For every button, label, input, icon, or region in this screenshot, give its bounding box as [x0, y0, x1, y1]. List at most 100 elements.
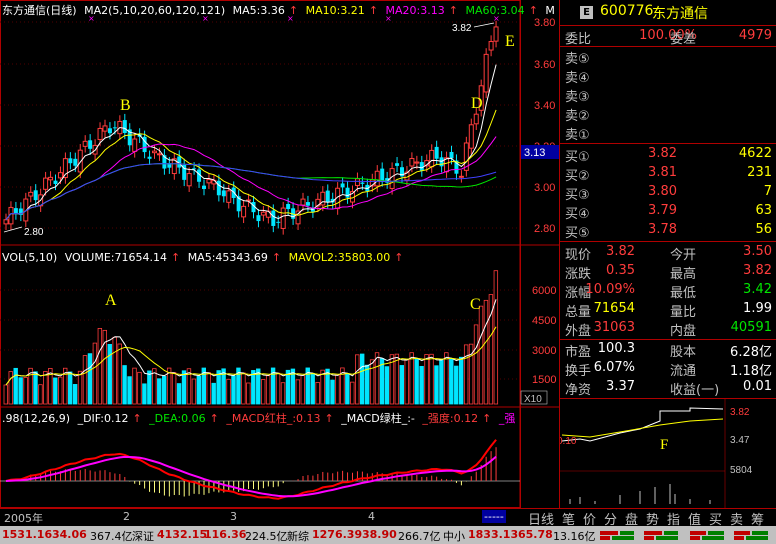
quote-value: 3.42: [743, 282, 772, 297]
annotation-c: C: [470, 296, 481, 313]
volume-bar: [260, 379, 266, 405]
volume-bar: [350, 381, 355, 405]
macd-strength: _强度:0.12: [422, 412, 479, 425]
volume-bar: [275, 372, 281, 405]
xz-index[interactable]: 1276.39: [312, 528, 362, 541]
market-breadth-indicator: [600, 529, 770, 544]
exchange-badge[interactable]: E: [580, 6, 593, 19]
ma-line: [5, 136, 497, 221]
bid-label: 买④: [565, 207, 590, 222]
quote-row: 现价 3.82 今开 3.50: [560, 243, 776, 263]
quote-value: 3.82: [606, 244, 635, 259]
candle-body: [107, 128, 112, 134]
sz-change: 116.36: [204, 528, 247, 541]
volume-bars: [3, 270, 499, 405]
volume-tick: 6000: [532, 285, 556, 297]
candle-body: [395, 163, 400, 166]
macd-strong: _强: [498, 412, 516, 425]
volume-bar: [335, 374, 340, 405]
ask-row[interactable]: 卖①: [560, 123, 776, 143]
sz-index[interactable]: 4132.15: [157, 528, 207, 541]
candle-body: [156, 153, 162, 156]
candle-body: [73, 158, 78, 166]
candle-body: [112, 127, 117, 129]
market-status-bar: 1531.16 34.06 367.4亿 深证 4132.15 116.36 2…: [0, 526, 776, 544]
weibi-label: 委比: [565, 32, 592, 47]
volume-bar: [142, 383, 147, 405]
candle-body: [256, 215, 261, 222]
quote-row: 换手 6.07% 流通 1.18亿: [560, 359, 776, 379]
volume-bar: [241, 372, 246, 405]
panel-tabs: 日线 笔 价 分 盘 势 指 值 买 卖 筹: [522, 508, 776, 528]
bid-row[interactable]: 买① 3.82 4622: [560, 145, 776, 165]
bid-row[interactable]: 买③ 3.80 7: [560, 183, 776, 203]
ask-label: 卖④: [565, 71, 590, 86]
ask-row[interactable]: 卖⑤: [560, 47, 776, 67]
candle-body: [286, 203, 291, 210]
quote-label: 净资: [565, 383, 592, 398]
intraday-mini-chart[interactable]: 0.10 3.82 3.47 5804 F: [560, 399, 776, 508]
volume-bar: [13, 367, 18, 405]
zx-label: 中小: [443, 530, 465, 543]
annotation-a: A: [105, 292, 117, 309]
volume-bar: [439, 358, 444, 405]
ask-row[interactable]: 卖②: [560, 104, 776, 124]
time-month: 3: [230, 510, 237, 523]
quote-value: 3.50: [743, 244, 772, 259]
volume-bar: [458, 356, 464, 405]
quote-label: 最高: [670, 267, 697, 282]
volume-bar: [87, 353, 93, 405]
ask-label: 卖①: [565, 128, 590, 143]
price-axis: 3.80 3.60 3.40 3.20 3.00 2.80: [534, 17, 555, 235]
volume-bar: [454, 365, 459, 405]
volume-bar: [23, 377, 28, 405]
bid-row[interactable]: 买④ 3.79 63: [560, 202, 776, 222]
ask-label: 卖③: [565, 90, 590, 105]
divider: [560, 241, 776, 242]
volume-bar: [424, 354, 429, 405]
candle-body: [260, 211, 266, 216]
volume-bar: [38, 384, 43, 405]
quote-value: 6.28亿: [730, 345, 772, 360]
quote-row: 涨跌 0.35 最高 3.82: [560, 262, 776, 282]
candle-body: [409, 158, 415, 167]
candle-body: [473, 113, 479, 125]
candle-body: [345, 187, 350, 198]
zx-change: 65.78: [518, 528, 553, 541]
bid-row[interactable]: 买② 3.81 231: [560, 164, 776, 184]
volume-bar: [374, 352, 380, 405]
candle-body: [276, 221, 281, 223]
volume-bar: [82, 355, 88, 405]
volume-bar: [132, 367, 137, 405]
mini-volume-label: 5804: [730, 465, 753, 476]
moving-average-lines: [5, 64, 497, 221]
ask-row[interactable]: 卖③: [560, 85, 776, 105]
volume-bar: [399, 365, 404, 405]
quote-panel: E 600776 东方通信 委比 100.00% 委差 4979 卖⑤ 卖④ 卖…: [559, 0, 776, 508]
macd-dea: _DEA:0.06: [149, 412, 206, 425]
sh-index[interactable]: 1531.16: [2, 528, 52, 541]
bid-price: 3.81: [648, 165, 677, 180]
candle-body: [300, 198, 306, 206]
quote-row: 市盈 100.3 股本 6.28亿: [560, 340, 776, 360]
quote-label: 总量: [565, 305, 592, 320]
quote-value: 0.35: [606, 263, 635, 278]
time-axis-bar: 2005年 2 3 4 -----: [0, 508, 559, 527]
bid-row[interactable]: 买⑤ 3.78 56: [560, 221, 776, 241]
annotation-f: F: [660, 437, 668, 453]
ask-row[interactable]: 卖④: [560, 66, 776, 86]
quote-row: 净资 3.37 收益(一) 0.01: [560, 378, 776, 398]
quote-row: 外盘 31063 内盘 40591: [560, 319, 776, 339]
zx-index[interactable]: 1833.13: [468, 528, 518, 541]
candle-body: [414, 161, 420, 164]
volume-up-arrow: ↑: [170, 251, 181, 264]
volume-bar: [364, 364, 370, 405]
time-scrollbar[interactable]: -----: [482, 510, 506, 523]
volume-bar: [43, 371, 48, 405]
volume-bar: [72, 384, 78, 405]
volume-bar: [157, 378, 162, 405]
candle-body: [97, 127, 103, 140]
bid-label: 买①: [565, 150, 590, 165]
volume-bar: [315, 382, 320, 405]
candle-body: [449, 151, 454, 159]
